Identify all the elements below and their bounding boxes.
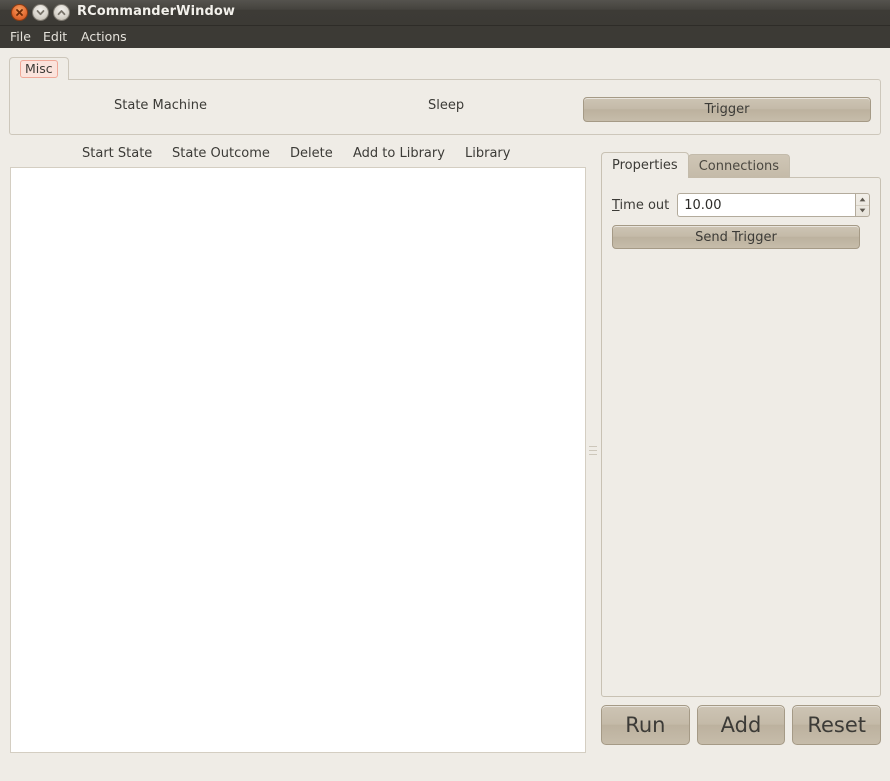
send-trigger-button[interactable]: Send Trigger bbox=[612, 225, 860, 249]
bottom-button-bar: Run Add Reset bbox=[601, 705, 882, 745]
action-item-add-to-library[interactable]: Add to Library bbox=[349, 145, 449, 162]
add-button[interactable]: Add bbox=[696, 705, 786, 745]
timeout-step-down-button[interactable] bbox=[856, 206, 869, 217]
tab-misc[interactable]: Misc bbox=[9, 57, 69, 80]
menu-item-edit[interactable]: Edit bbox=[40, 29, 70, 44]
title-bar: RCommanderWindow bbox=[0, 0, 890, 26]
timeout-input[interactable]: 10.00 bbox=[677, 193, 855, 217]
menu-item-actions[interactable]: Actions bbox=[78, 29, 130, 44]
state-machine-canvas[interactable] bbox=[10, 167, 586, 753]
misc-tab-strip: State Machine Sleep Misc bbox=[9, 57, 881, 135]
timeout-label: Time out bbox=[612, 198, 669, 213]
close-icon bbox=[16, 9, 23, 16]
window-title: RCommanderWindow bbox=[77, 4, 236, 19]
right-panel-tabs: Properties Connections bbox=[601, 152, 791, 178]
minimize-button[interactable] bbox=[32, 4, 49, 21]
action-item-start-state[interactable]: Start State bbox=[78, 145, 156, 162]
timeout-step-up-button[interactable] bbox=[856, 194, 869, 206]
action-item-delete[interactable]: Delete bbox=[286, 145, 337, 162]
menu-item-file[interactable]: File bbox=[7, 29, 34, 44]
trigger-button[interactable]: Trigger bbox=[583, 97, 871, 122]
action-item-state-outcome[interactable]: State Outcome bbox=[168, 145, 274, 162]
chevron-up-icon bbox=[57, 10, 66, 16]
triangle-up-icon bbox=[859, 197, 866, 202]
panel-splitter[interactable] bbox=[586, 167, 600, 753]
run-button[interactable]: Run bbox=[601, 705, 690, 745]
timeout-stepper[interactable] bbox=[855, 193, 870, 217]
action-menu-bar: Start State State Outcome Delete Add to … bbox=[0, 143, 600, 167]
menu-bar: File Edit Actions bbox=[0, 26, 890, 48]
label-sleep: Sleep bbox=[428, 98, 465, 113]
right-panel: Properties Connections Time out 10.00 Se… bbox=[601, 152, 881, 697]
chevron-down-icon bbox=[36, 10, 45, 16]
tab-misc-label: Misc bbox=[20, 60, 58, 78]
triangle-down-icon bbox=[859, 208, 866, 213]
tab-properties[interactable]: Properties bbox=[601, 152, 689, 178]
action-item-library[interactable]: Library bbox=[461, 145, 514, 162]
timeout-label-mnemonic: T bbox=[612, 197, 620, 213]
reset-button[interactable]: Reset bbox=[792, 705, 882, 745]
close-button[interactable] bbox=[11, 4, 28, 21]
label-state-machine: State Machine bbox=[114, 98, 207, 113]
timeout-label-rest: ime out bbox=[619, 197, 670, 213]
splitter-grip-icon bbox=[589, 446, 597, 459]
timeout-spinner[interactable]: 10.00 bbox=[677, 193, 870, 217]
properties-pane: Time out 10.00 Send Trigger bbox=[601, 177, 881, 697]
tab-connections[interactable]: Connections bbox=[687, 154, 791, 178]
maximize-button[interactable] bbox=[53, 4, 70, 21]
application-window: RCommanderWindow File Edit Actions State… bbox=[0, 0, 890, 781]
timeout-field-row: Time out 10.00 bbox=[612, 192, 870, 218]
